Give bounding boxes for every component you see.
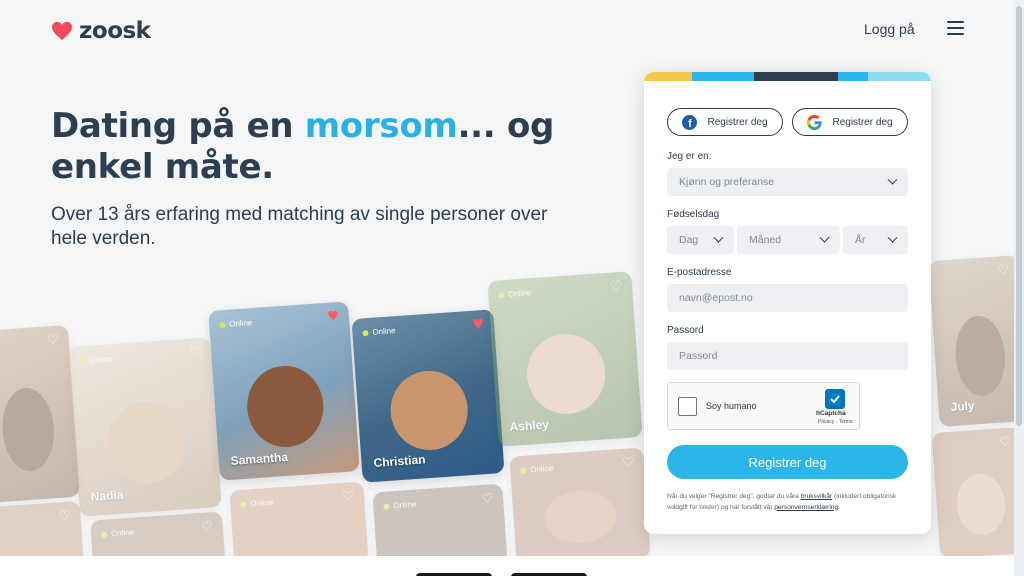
chevron-down-icon bbox=[819, 232, 830, 243]
legal-text: Når du velger "Registrer deg", godtar du… bbox=[667, 492, 911, 513]
profile-name: July bbox=[950, 398, 975, 415]
online-status: Online bbox=[498, 288, 532, 299]
hero-subline: Over 13 års erfaring med matching av sin… bbox=[51, 204, 548, 249]
like-heart-icon: ♡ bbox=[58, 508, 72, 525]
social-signup: f Registrer deg Registrer deg bbox=[667, 108, 908, 136]
password-label: Passord bbox=[667, 325, 704, 336]
page-scrollbar[interactable] bbox=[1014, 0, 1024, 576]
gender-select-value: Kjønn og preferanse bbox=[679, 176, 775, 188]
hcaptcha-links[interactable]: Privacy - Terms bbox=[818, 419, 852, 425]
online-status: Online bbox=[362, 326, 396, 337]
like-heart-icon: ♡ bbox=[621, 455, 635, 471]
hcaptcha-brand: hCaptcha bbox=[816, 410, 846, 417]
legal-prefix: Når du velger "Registrer deg", godtar du… bbox=[667, 493, 801, 500]
online-status: Online bbox=[383, 500, 417, 511]
profile-name: Ashley bbox=[509, 417, 550, 435]
password-field[interactable]: Passord bbox=[667, 342, 908, 370]
facebook-icon: f bbox=[682, 114, 698, 130]
chevron-down-icon bbox=[887, 174, 898, 185]
chevron-down-icon bbox=[713, 232, 724, 243]
facebook-signup-label: Registrer deg bbox=[707, 116, 768, 128]
email-placeholder: navn@epost.no bbox=[679, 292, 753, 304]
login-link[interactable]: Logg på bbox=[864, 21, 915, 37]
online-status: Online bbox=[520, 464, 554, 475]
email-field[interactable]: navn@epost.no bbox=[667, 284, 908, 312]
like-heart-icon: ♡ bbox=[996, 262, 1010, 279]
like-heart-icon: ♡ bbox=[998, 434, 1012, 451]
online-status: Online bbox=[240, 498, 274, 509]
online-status: Online bbox=[100, 528, 134, 539]
like-heart-icon: ♡ bbox=[188, 344, 202, 361]
profile-card: Online ♡ Nadia bbox=[68, 337, 222, 517]
captcha-checkbox[interactable] bbox=[678, 397, 697, 416]
day-select-value: Dag bbox=[679, 234, 699, 246]
gender-select[interactable]: Kjønn og preferanse bbox=[667, 168, 908, 196]
like-heart-icon: ♡ bbox=[480, 491, 494, 508]
captcha-label: Soy humano bbox=[706, 401, 757, 411]
brand-name: zoosk bbox=[79, 18, 151, 44]
year-select[interactable]: År bbox=[843, 226, 908, 254]
hcaptcha-widget: Soy humano hCaptcha Privacy - Terms bbox=[667, 382, 860, 430]
google-signup-label: Registrer deg bbox=[832, 116, 893, 128]
online-status: Online bbox=[219, 318, 253, 329]
like-heart-icon: ♡ bbox=[46, 332, 60, 349]
privacy-link[interactable]: personvernserklæring bbox=[774, 504, 838, 511]
profile-name: Nadia bbox=[90, 487, 124, 504]
hcaptcha-logo-icon bbox=[825, 389, 845, 409]
headline-part: Dating på en bbox=[51, 106, 305, 146]
register-button[interactable]: Registrer deg bbox=[667, 445, 908, 479]
google-signup-button[interactable]: Registrer deg bbox=[792, 108, 908, 136]
birthday-label: Fødselsdag bbox=[667, 209, 720, 220]
like-heart-icon[interactable]: ♥ bbox=[472, 317, 485, 333]
profile-card-christian[interactable]: Online ♥ Christian bbox=[351, 309, 505, 483]
headline-accent: morsom bbox=[304, 106, 458, 146]
profile-name: Samantha bbox=[230, 449, 289, 468]
profile-card-ashley: Online ♡ Ashley bbox=[487, 271, 643, 447]
profile-card: ♡ bbox=[931, 427, 1024, 559]
like-heart-icon: ♡ bbox=[200, 519, 214, 535]
gender-label: Jeg er en: bbox=[667, 151, 712, 162]
color-stripe bbox=[644, 72, 931, 81]
hero-headline: Dating på en morsom... og enkel måte. bbox=[51, 106, 631, 188]
like-heart-icon: ♡ bbox=[609, 278, 623, 295]
signup-form: f Registrer deg Registrer deg Jeg er en:… bbox=[644, 72, 931, 534]
profile-name: Christian bbox=[373, 452, 426, 470]
day-select[interactable]: Dag bbox=[667, 226, 734, 254]
like-heart-icon: ♡ bbox=[341, 489, 355, 505]
chevron-down-icon bbox=[887, 232, 898, 243]
legal-suffix: . bbox=[838, 503, 840, 511]
email-label: E-postadresse bbox=[667, 267, 732, 278]
google-icon bbox=[807, 114, 823, 130]
month-select-value: Måned bbox=[749, 234, 782, 246]
heart-logo-icon bbox=[52, 21, 72, 41]
zoosk-logo[interactable]: zoosk bbox=[51, 18, 151, 44]
terms-link[interactable]: bruksvilkår bbox=[801, 493, 833, 500]
scrollbar-thumb[interactable] bbox=[1016, 6, 1022, 426]
online-status: Online bbox=[79, 354, 113, 365]
profile-card: ♡ bbox=[0, 324, 80, 504]
profile-card-july: ♡ July bbox=[928, 255, 1024, 427]
month-select[interactable]: Måned bbox=[737, 226, 840, 254]
password-placeholder: Passord bbox=[679, 350, 718, 362]
facebook-signup-button[interactable]: f Registrer deg bbox=[667, 108, 783, 136]
like-heart-icon[interactable]: ♥ bbox=[327, 309, 340, 325]
year-select-value: År bbox=[855, 234, 866, 246]
profile-card: Online ♡ bbox=[509, 447, 651, 567]
profile-card-samantha[interactable]: Online ♥ Samantha bbox=[208, 301, 360, 481]
hamburger-menu-icon[interactable] bbox=[947, 21, 964, 35]
